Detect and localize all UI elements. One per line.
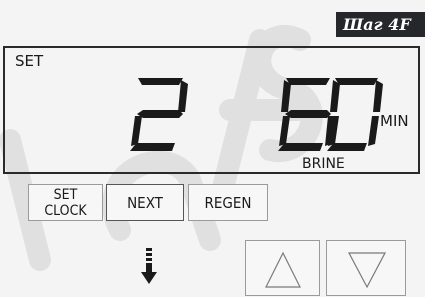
down-button[interactable] <box>326 240 406 296</box>
triangle-up-icon <box>265 251 301 288</box>
up-button[interactable] <box>245 240 320 296</box>
set-clock-label-line1: SET <box>53 186 78 203</box>
next-label: NEXT <box>127 193 163 212</box>
set-clock-button[interactable]: SET CLOCK <box>28 184 103 221</box>
digit-left <box>130 78 188 151</box>
segment-digits: 2 60 <box>130 78 383 151</box>
digit-six <box>278 78 335 151</box>
triangle-down-icon <box>348 252 386 289</box>
digit-zero <box>327 78 383 151</box>
unit-label: MIN <box>380 112 409 130</box>
next-button[interactable]: NEXT <box>106 184 184 221</box>
set-clock-label-line2: CLOCK <box>44 202 87 219</box>
down-arrow-icon <box>141 248 157 284</box>
regen-label: REGEN <box>204 193 252 212</box>
lcd-display: SET 2 60 MIN BRINE <box>3 46 420 174</box>
regen-button[interactable]: REGEN <box>188 184 268 221</box>
mode-label: BRINE <box>302 156 345 172</box>
step-badge: Шаг 4F <box>336 12 425 37</box>
